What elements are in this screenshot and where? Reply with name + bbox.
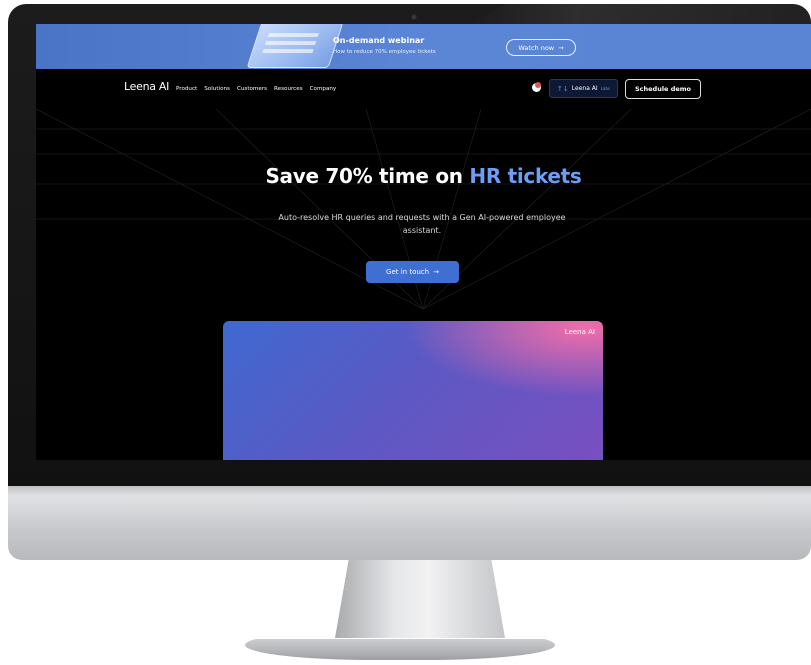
get-in-touch-button[interactable]: Get in touch →: [366, 261, 459, 283]
labs-tag: Labs: [600, 86, 610, 91]
sort-icon: ↑↓: [557, 84, 569, 93]
hero-subtitle: Auto-resolve HR queries and requests wit…: [278, 213, 566, 235]
hero-title: Save 70% time on HR tickets: [36, 164, 811, 188]
nav-link-resources[interactable]: Resources: [274, 86, 303, 92]
promo-title: On-demand webinar: [333, 36, 425, 45]
hero-title-prefix: Save 70% time on: [265, 164, 470, 188]
nav-link-product[interactable]: Product: [176, 86, 197, 92]
get-in-touch-label: Get in touch: [386, 268, 430, 276]
leena-ai-logo[interactable]: Leena AI: [124, 80, 169, 93]
nav-links: Product Solutions Customers Resources Co…: [176, 86, 336, 92]
leena-ai-labs-button[interactable]: ↑↓ Leena AI Labs: [549, 79, 618, 98]
camera-icon: [411, 14, 417, 20]
monitor-screen: On-demand webinar How to reduce 70% empl…: [36, 24, 811, 460]
labs-label: Leena AI: [571, 85, 598, 92]
watch-now-label: Watch now: [518, 43, 555, 52]
arrow-right-icon: →: [558, 43, 564, 52]
chin-shadow: [8, 486, 811, 496]
arrow-right-icon: →: [433, 268, 439, 276]
hero-title-accent: HR tickets: [469, 164, 582, 188]
notification-badge: [535, 82, 541, 88]
webinar-illustration: [246, 24, 344, 68]
screen-glare: [470, 0, 811, 24]
promo-banner: On-demand webinar How to reduce 70% empl…: [36, 24, 811, 69]
watch-now-button[interactable]: Watch now →: [506, 39, 576, 56]
promo-subtitle: How to reduce 70% employee tickets: [333, 49, 436, 55]
nav-link-company[interactable]: Company: [310, 86, 337, 92]
schedule-demo-button[interactable]: Schedule demo: [625, 79, 701, 99]
nav-link-customers[interactable]: Customers: [237, 86, 267, 92]
video-card-logo: Leena AI: [564, 328, 595, 336]
monitor-chin: [8, 486, 811, 560]
monitor-stand: [335, 560, 505, 638]
nav-link-solutions[interactable]: Solutions: [204, 86, 230, 92]
product-video-card[interactable]: Leena AI: [223, 321, 603, 460]
top-navbar: Leena AI Product Solutions Customers Res…: [36, 69, 811, 109]
